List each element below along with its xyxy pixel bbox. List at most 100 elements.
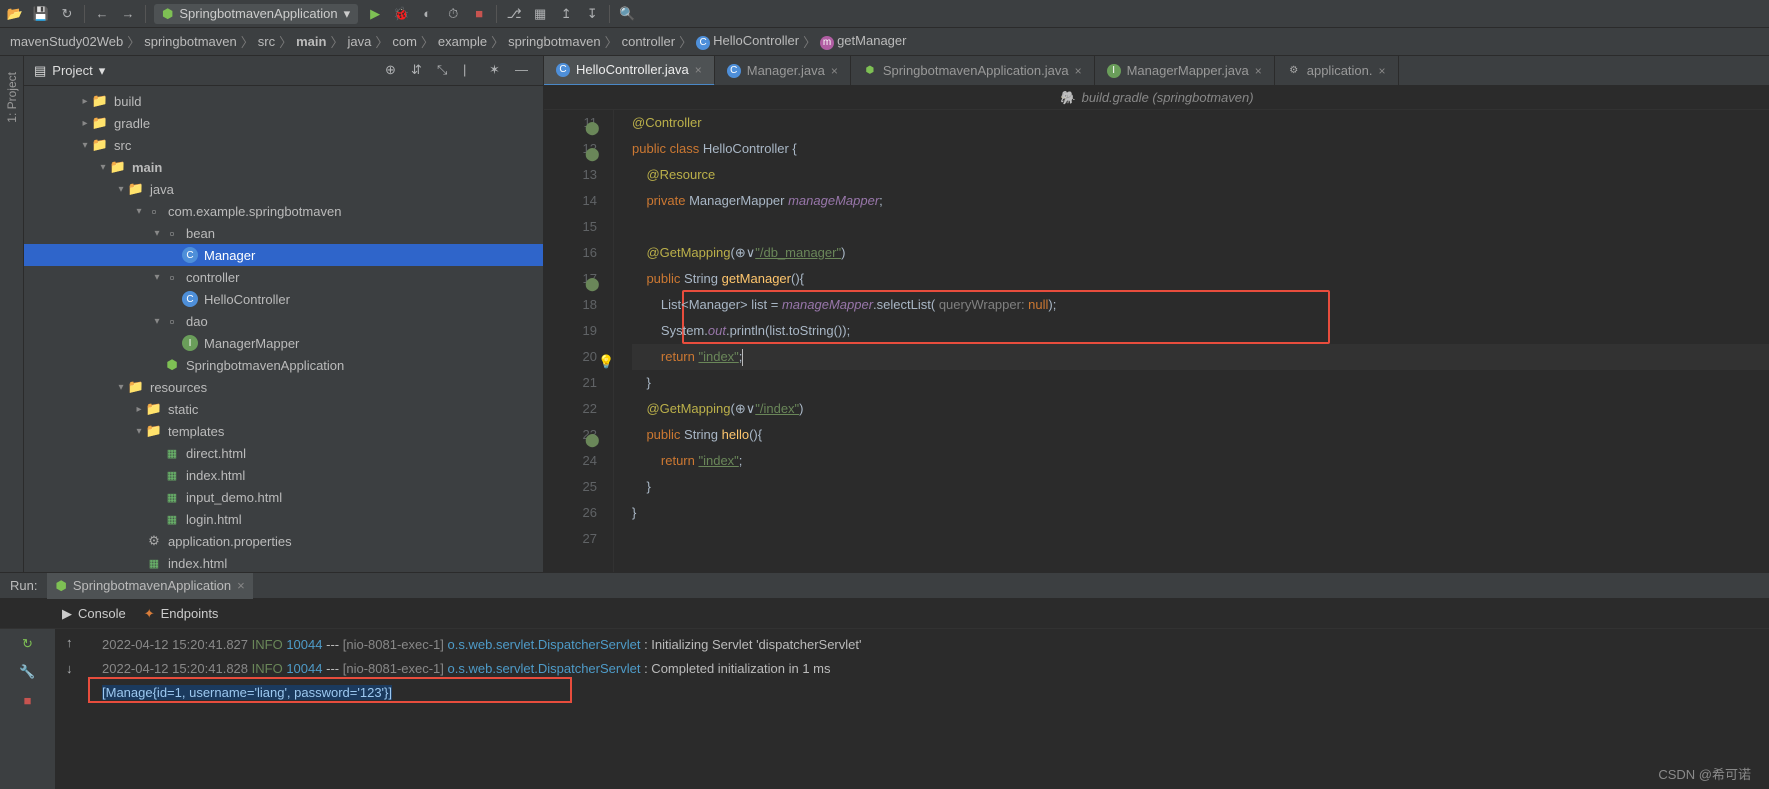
forward-icon[interactable]: → xyxy=(119,5,137,23)
bc-item[interactable]: getManager xyxy=(837,33,906,48)
debug-icon[interactable]: 🐞 xyxy=(392,5,410,23)
code-area[interactable]: 11⬤12⬤1314151617⬤181920212223⬤24252627 @… xyxy=(544,110,1769,572)
breadcrumb: mavenStudy02Web〉 springbotmaven〉 src〉 ma… xyxy=(0,28,1769,56)
left-tool-strip: 1: Project xyxy=(0,56,24,572)
down-icon[interactable]: ↓ xyxy=(66,661,82,677)
endpoints-tab[interactable]: ✦Endpoints xyxy=(144,606,219,622)
bc-item[interactable]: springbotmaven xyxy=(508,34,601,49)
tree-item[interactable]: ▾📁resources xyxy=(24,376,543,398)
editor-area: CHelloController.java×CManager.java×⬢Spr… xyxy=(544,56,1769,572)
close-icon[interactable]: × xyxy=(695,63,702,77)
project-panel-title[interactable]: ▤ Project ▾ xyxy=(34,63,377,79)
chevron-down-icon: ▾ xyxy=(344,6,351,22)
console-output[interactable]: 2022-04-12 15:20:41.827 INFO 10044 --- [… xyxy=(92,629,1769,789)
tree-item[interactable]: ▾▫dao xyxy=(24,310,543,332)
expand-icon[interactable]: ⇵ xyxy=(411,62,429,80)
bc-item[interactable]: main xyxy=(296,34,326,49)
close-icon[interactable]: × xyxy=(1379,64,1386,78)
console-tab[interactable]: ▶Console xyxy=(62,606,126,622)
main-toolbar: 📂 💾 ↻ ← → ⬢ SpringbotmavenApplication ▾ … xyxy=(0,0,1769,28)
tree-item[interactable]: ▸📁gradle xyxy=(24,112,543,134)
bc-item[interactable]: com xyxy=(392,34,417,49)
run-tab[interactable]: ⬢ SpringbotmavenApplication × xyxy=(47,573,252,599)
tree-item[interactable]: CManager xyxy=(24,244,543,266)
download-icon[interactable]: ↧ xyxy=(583,5,601,23)
editor-tab[interactable]: ⬢SpringbotmavenApplication.java× xyxy=(851,56,1095,86)
wrench-icon[interactable]: 🔧 xyxy=(19,663,37,681)
run-panel: Run: ⬢ SpringbotmavenApplication × ▶Cons… xyxy=(0,572,1769,789)
tree-item[interactable]: ▾▫controller xyxy=(24,266,543,288)
project-tree[interactable]: ▸📁build▸📁gradle▾📁src▾📁main▾📁java▾▫com.ex… xyxy=(24,86,543,572)
tree-item[interactable]: ▾📁java xyxy=(24,178,543,200)
project-tool-tab[interactable]: 1: Project xyxy=(3,66,21,129)
structure-icon[interactable]: ▦ xyxy=(531,5,549,23)
close-icon[interactable]: × xyxy=(831,64,838,78)
tree-item[interactable]: IManagerMapper xyxy=(24,332,543,354)
console-toolbar: ↑ ↓ xyxy=(56,629,92,789)
code[interactable]: @Controllerpublic class HelloController … xyxy=(614,110,1769,572)
bc-item[interactable]: mavenStudy02Web xyxy=(10,34,123,49)
tree-item[interactable]: ▸📁build xyxy=(24,90,543,112)
spring-icon: ⬢ xyxy=(162,6,173,22)
editor-tab[interactable]: CManager.java× xyxy=(715,56,851,86)
gradle-icon: 🐘 xyxy=(1059,90,1075,106)
watermark: CSDN @希可诺 xyxy=(1658,764,1751,783)
vcs-icon[interactable]: ⎇ xyxy=(505,5,523,23)
tree-item[interactable]: ▾📁src xyxy=(24,134,543,156)
hide-icon[interactable]: — xyxy=(515,62,533,80)
close-icon[interactable]: × xyxy=(237,578,245,593)
divider: | xyxy=(463,62,481,80)
bc-item[interactable]: example xyxy=(438,34,487,49)
up-icon[interactable]: ↑ xyxy=(66,635,82,651)
open-icon[interactable]: 📂 xyxy=(6,5,24,23)
tree-item[interactable]: ▦index.html xyxy=(24,464,543,486)
play-icon: ▶ xyxy=(62,606,72,622)
collapse-icon[interactable]: ⤡ xyxy=(437,62,455,80)
bc-item[interactable]: java xyxy=(347,34,371,49)
bc-item[interactable]: HelloController xyxy=(713,33,799,48)
endpoints-icon: ✦ xyxy=(144,606,155,622)
bc-item[interactable]: springbotmaven xyxy=(144,34,237,49)
tree-item[interactable]: ▦direct.html xyxy=(24,442,543,464)
tree-item[interactable]: ▦login.html xyxy=(24,508,543,530)
project-panel: ▤ Project ▾ ⊕ ⇵ ⤡ | ✶ — ▸📁build▸📁gradle▾… xyxy=(24,56,544,572)
search-icon[interactable]: 🔍 xyxy=(618,5,636,23)
bc-item[interactable]: src xyxy=(258,34,275,49)
tree-item[interactable]: ▦index.html xyxy=(24,552,543,572)
tree-item[interactable]: ▾📁main xyxy=(24,156,543,178)
save-icon[interactable]: 💾 xyxy=(32,5,50,23)
back-icon[interactable]: ← xyxy=(93,5,111,23)
close-icon[interactable]: × xyxy=(1075,64,1082,78)
gear-icon[interactable]: ✶ xyxy=(489,62,507,80)
stop-icon[interactable]: ■ xyxy=(19,691,37,709)
stop-icon[interactable]: ■ xyxy=(470,5,488,23)
spring-icon: ⬢ xyxy=(55,578,66,594)
tree-item[interactable]: CHelloController xyxy=(24,288,543,310)
tree-item[interactable]: ▸📁static xyxy=(24,398,543,420)
editor-tab[interactable]: CHelloController.java× xyxy=(544,56,715,86)
tree-item[interactable]: ⚙application.properties xyxy=(24,530,543,552)
class-icon: C xyxy=(696,36,710,50)
tree-item[interactable]: ▾📁templates xyxy=(24,420,543,442)
refresh-icon[interactable]: ↻ xyxy=(58,5,76,23)
select-opened-icon[interactable]: ⊕ xyxy=(385,62,403,80)
tree-item[interactable]: ▦input_demo.html xyxy=(24,486,543,508)
editor-subtab[interactable]: 🐘 build.gradle (springbotmaven) xyxy=(544,86,1769,110)
tree-item[interactable]: ⬢SpringbotmavenApplication xyxy=(24,354,543,376)
gutter: 11⬤12⬤1314151617⬤181920212223⬤24252627 xyxy=(544,110,614,572)
editor-tab[interactable]: IManagerMapper.java× xyxy=(1095,56,1275,86)
rerun-icon[interactable]: ↻ xyxy=(19,635,37,653)
run-config-label: SpringbotmavenApplication xyxy=(179,6,337,21)
run-icon[interactable]: ▶ xyxy=(366,5,384,23)
close-icon[interactable]: × xyxy=(1255,64,1262,78)
coverage-icon[interactable]: ◐ xyxy=(418,5,436,23)
editor-tab[interactable]: ⚙application.× xyxy=(1275,56,1399,86)
editor-tabs: CHelloController.java×CManager.java×⬢Spr… xyxy=(544,56,1769,86)
highlight-box xyxy=(88,677,572,703)
tree-item[interactable]: ▾▫bean xyxy=(24,222,543,244)
profile-icon[interactable]: ⏱ xyxy=(444,5,462,23)
run-config-dropdown[interactable]: ⬢ SpringbotmavenApplication ▾ xyxy=(154,4,358,24)
tree-item[interactable]: ▾▫com.example.springbotmaven xyxy=(24,200,543,222)
bc-item[interactable]: controller xyxy=(622,34,675,49)
upload-icon[interactable]: ↥ xyxy=(557,5,575,23)
